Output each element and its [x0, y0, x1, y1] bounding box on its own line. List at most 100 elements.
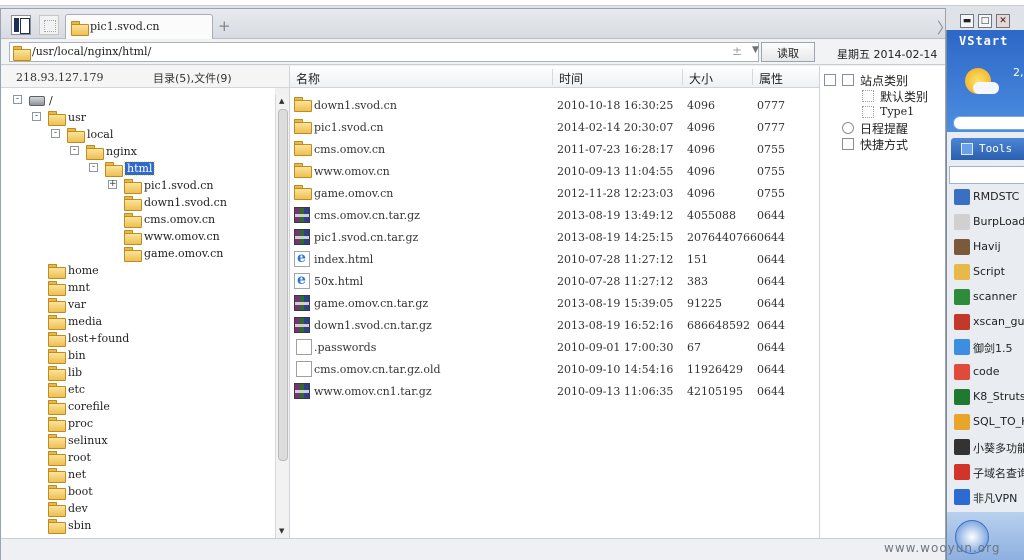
file-row[interactable]: pic1.svod.cn.tar.gz 2013-08-19 14:25:15 20…: [290, 226, 820, 248]
close-button[interactable]: ✕: [996, 14, 1010, 28]
vstart-item[interactable]: Script: [951, 260, 1024, 284]
tab-pic1[interactable]: pic1.svod.cn: [65, 14, 213, 39]
vstart-item-label: Havij: [973, 240, 1001, 253]
column-name[interactable]: 名称: [296, 70, 320, 87]
vstart-item[interactable]: 小葵多功能: [951, 435, 1024, 459]
file-row[interactable]: index.html 2010-07-28 11:27:12 151 0644: [290, 248, 820, 270]
vstart-item[interactable]: 子域名查询: [951, 460, 1024, 484]
schedule-reminder[interactable]: 日程提醒: [860, 120, 908, 137]
vstart-item[interactable]: SQL_TO_HE: [951, 410, 1024, 434]
chevron-down-icon[interactable]: ▼: [752, 45, 759, 55]
file-name: down1.svod.cn.tar.gz: [314, 319, 432, 332]
vstart-tools-tab[interactable]: Tools: [951, 138, 1024, 160]
file-row[interactable]: down1.svod.cn.tar.gz 2013-08-19 16:52:16 6…: [290, 314, 820, 336]
path-input[interactable]: /usr/local/nginx/html/ ± ▼: [9, 42, 759, 62]
vstart-header: VStart 2,: [947, 30, 1024, 132]
vstart-item[interactable]: xscan_gui: [951, 310, 1024, 334]
tree-node-label: /: [49, 94, 53, 107]
collapse-icon[interactable]: -: [70, 146, 79, 155]
vstart-item[interactable]: Havij: [951, 235, 1024, 259]
file-row[interactable]: game.omov.cn 2012-11-28 12:23:03 4096 0755: [290, 182, 820, 204]
file-row[interactable]: .passwords 2010-09-01 17:00:30 67 0644: [290, 336, 820, 358]
folder-icon: [67, 128, 85, 143]
html-icon: [294, 250, 310, 267]
file-time: 2013-08-19 15:39:05: [557, 297, 674, 310]
date-display: 星期五 2014-02-14: [837, 48, 938, 61]
vstart-item[interactable]: 御剑1.5: [951, 335, 1024, 359]
scroll-thumb[interactable]: [278, 109, 288, 461]
vstart-filter-bar[interactable]: [949, 166, 1024, 184]
file-attr: 0644: [757, 319, 785, 332]
add-tab-button[interactable]: +: [218, 17, 231, 35]
tree-scrollbar[interactable]: ▲ ▼: [275, 95, 289, 538]
folder-icon: [48, 349, 66, 364]
scroll-down-icon[interactable]: ▼: [279, 527, 284, 535]
column-size[interactable]: 大小: [689, 70, 713, 87]
collapse-toggle[interactable]: [824, 74, 836, 86]
vstart-item[interactable]: K8_Struts: [951, 385, 1024, 409]
file-attr: 0644: [757, 231, 785, 244]
file-row[interactable]: cms.omov.cn.tar.gz 2013-08-19 13:49:12 405…: [290, 204, 820, 226]
tree-node-label: root: [68, 451, 91, 464]
column-time[interactable]: 时间: [559, 70, 583, 87]
file-size: 383: [687, 275, 708, 288]
folder-icon: [124, 196, 142, 211]
file-attr: 0777: [757, 99, 785, 112]
file-time: 2010-07-28 11:27:12: [557, 275, 674, 288]
file-row[interactable]: www.omov.cn1.tar.gz 2010-09-13 11:06:35 42…: [290, 380, 820, 402]
expand-icon[interactable]: +: [108, 180, 117, 189]
file-size: 42105195: [687, 385, 743, 398]
file-time: 2013-08-19 13:49:12: [557, 209, 674, 222]
tree-node-label: usr: [68, 111, 86, 124]
file-row[interactable]: pic1.svod.cn 2014-02-14 20:30:07 4096 0777: [290, 116, 820, 138]
vstart-item[interactable]: BurpLoader: [951, 210, 1024, 234]
collapse-icon[interactable]: -: [13, 95, 22, 104]
scroll-up-icon[interactable]: ▲: [279, 97, 284, 105]
column-attr[interactable]: 属性: [759, 70, 783, 87]
vstart-item[interactable]: code: [951, 360, 1024, 384]
file-row[interactable]: cms.omov.cn 2011-07-23 16:28:17 4096 0755: [290, 138, 820, 160]
tree-node-label: bin: [68, 349, 86, 362]
file-row[interactable]: www.omov.cn 2010-09-13 11:04:55 4096 0755: [290, 160, 820, 182]
minimize-button[interactable]: ▬: [960, 14, 974, 28]
site-default-category[interactable]: 默认类别: [880, 88, 928, 105]
window-controls: ▬ □ ✕: [958, 14, 1024, 30]
site-type1[interactable]: Type1: [880, 105, 914, 118]
checkbox-icon: [862, 90, 874, 102]
file-time: 2010-09-13 11:04:55: [557, 165, 674, 178]
file-row[interactable]: 50x.html 2010-07-28 11:27:12 383 0644: [290, 270, 820, 292]
file-row[interactable]: game.omov.cn.tar.gz 2013-08-19 15:39:05 91…: [290, 292, 820, 314]
folder-icon: [124, 247, 142, 262]
file-attr: 0644: [757, 385, 785, 398]
collapse-icon[interactable]: -: [51, 129, 60, 138]
folder-icon: [71, 21, 89, 36]
collapse-icon[interactable]: -: [89, 163, 98, 172]
site-category[interactable]: 站点类别: [860, 72, 908, 89]
tile-view-button[interactable]: [39, 15, 59, 35]
tree-node-label: selinux: [68, 434, 108, 447]
file-name: cms.omov.cn.tar.gz: [314, 209, 420, 222]
vstart-item-label: 非凡VPN: [973, 492, 1018, 505]
vstart-item[interactable]: RMDSTC: [951, 185, 1024, 209]
file-row[interactable]: cms.omov.cn.tar.gz.old 2010-09-10 14:54:1…: [290, 358, 820, 380]
file-row[interactable]: down1.svod.cn 2010-10-18 16:30:25 4096 0777: [290, 94, 820, 116]
maximize-button[interactable]: □: [978, 14, 992, 28]
vstart-item-label: code: [973, 365, 1000, 378]
tree-node-label: cms.omov.cn: [144, 213, 216, 226]
folder-icon: [48, 468, 66, 483]
file-time: 2014-02-14 20:30:07: [557, 121, 674, 134]
read-button[interactable]: 读取: [761, 42, 815, 62]
sidebar-toggle-button[interactable]: [11, 15, 31, 35]
vstart-item-label: 小葵多功能: [973, 442, 1024, 455]
tree-status: 218.93.127.179 目录(5),文件(9): [1, 66, 291, 88]
app-icon: [954, 389, 970, 405]
file-attr: 0755: [757, 165, 785, 178]
collapse-icon[interactable]: -: [32, 112, 41, 121]
document-icon: [296, 339, 312, 355]
shortcuts[interactable]: 快捷方式: [860, 136, 908, 153]
vstart-item[interactable]: 非凡VPN: [951, 485, 1024, 509]
vstart-item[interactable]: scanner: [951, 285, 1024, 309]
plus-minus-icon[interactable]: ±: [732, 44, 742, 58]
file-size: 4096: [687, 187, 715, 200]
vstart-search-input[interactable]: [953, 116, 1024, 130]
